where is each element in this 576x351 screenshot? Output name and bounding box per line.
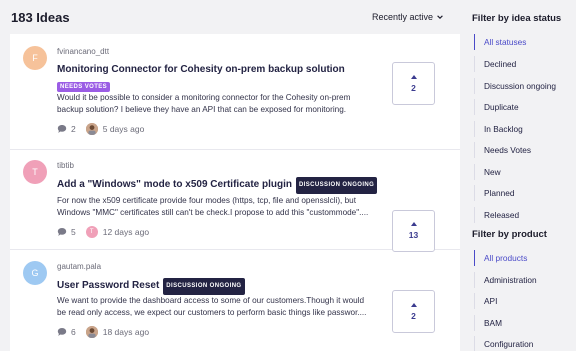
status-filter-all[interactable]: All statuses	[474, 34, 574, 50]
comment-icon	[57, 125, 67, 133]
vote-count: 2	[411, 82, 416, 93]
product-filter-configuration[interactable]: Configuration	[474, 336, 574, 351]
status-filter-heading: Filter by idea status	[472, 13, 562, 24]
idea-description: We want to provide the dashboard access …	[57, 296, 367, 317]
status-filter-in-backlog[interactable]: In Backlog	[474, 121, 574, 137]
upvote-arrow-icon	[410, 74, 417, 79]
idea-author[interactable]: fvinancano_dtt	[57, 47, 109, 56]
sort-dropdown[interactable]: Recently active	[372, 12, 444, 22]
idea-timestamp: 5 days ago	[102, 124, 145, 134]
idea-title[interactable]: Add a "Windows" mode to x509 Certificate…	[57, 179, 292, 190]
vote-button[interactable]: 2	[392, 62, 435, 105]
upvote-arrow-icon	[410, 302, 417, 307]
idea-author[interactable]: tibtib	[57, 161, 74, 170]
idea-meta: 2 5 days ago	[57, 123, 144, 135]
comment-icon	[57, 228, 67, 236]
upvote-arrow-icon	[410, 222, 417, 226]
status-filter-new[interactable]: New	[474, 164, 574, 180]
vote-button[interactable]: 2	[392, 290, 435, 333]
status-filter-duplicate[interactable]: Duplicate	[474, 99, 574, 115]
status-badge: DISCUSSION ONGOING	[295, 177, 378, 194]
idea-card[interactable]: F fvinancano_dtt Monitoring Connector fo…	[10, 34, 460, 150]
avatar: G	[23, 261, 47, 285]
idea-meta: 6 18 days ago	[57, 326, 149, 338]
product-filter-bam[interactable]: BAM	[474, 315, 574, 331]
ideas-list: F fvinancano_dtt Monitoring Connector fo…	[10, 34, 460, 351]
ideas-count-title: 183 Ideas	[11, 10, 70, 25]
product-filter-all[interactable]: All products	[474, 250, 574, 266]
idea-meta: 5 T 12 days ago	[57, 226, 149, 238]
status-badge: DISCUSSION ONGOING	[163, 278, 245, 295]
product-filter-heading: Filter by product	[472, 229, 547, 240]
avatar: T	[23, 160, 47, 184]
product-filter-api[interactable]: API	[474, 293, 574, 309]
chevron-down-icon	[437, 15, 443, 19]
idea-author[interactable]: gautam.pala	[57, 262, 101, 271]
user-photo-avatar	[85, 326, 98, 338]
product-filter-administration[interactable]: Administration	[474, 272, 574, 288]
status-filter-planned[interactable]: Planned	[474, 185, 574, 201]
sort-label: Recently active	[371, 12, 433, 22]
status-filter-needs-votes[interactable]: Needs Votes	[474, 142, 574, 158]
comment-count: 5	[71, 227, 76, 237]
status-filter-released[interactable]: Released	[474, 207, 574, 223]
idea-timestamp: 12 days ago	[102, 227, 150, 237]
idea-card[interactable]: G gautam.pala User Password Reset DISCUSS…	[10, 250, 460, 351]
idea-description: Would it be possible to consider a monit…	[57, 93, 351, 114]
idea-title[interactable]: User Password Reset	[57, 280, 159, 291]
idea-card[interactable]: T tibtib Add a "Windows" mode to x509 Ce…	[10, 150, 460, 252]
idea-title-row: Add a "Windows" mode to x509 Certificate…	[57, 177, 387, 194]
idea-timestamp: 18 days ago	[102, 327, 150, 337]
idea-title[interactable]: Monitoring Connector for Cohesity on-pre…	[57, 63, 387, 76]
comment-count: 6	[71, 327, 76, 337]
user-photo-avatar	[85, 123, 98, 135]
filter-sidebar: Filter by idea status All statuses Decli…	[466, 0, 576, 351]
status-badge: NEEDS VOTES	[57, 82, 111, 92]
ideas-header: 183 Ideas Recently active	[0, 0, 460, 34]
vote-button[interactable]: 13	[392, 210, 435, 252]
idea-title-row: User Password Reset DISCUSSION ONGOING	[57, 278, 387, 295]
status-filter-discussion-ongoing[interactable]: Discussion ongoing	[474, 78, 574, 94]
comment-count: 2	[71, 124, 76, 134]
avatar: F	[23, 46, 47, 70]
avatar: T	[85, 226, 98, 238]
vote-count: 13	[408, 230, 419, 240]
status-filter-declined[interactable]: Declined	[474, 56, 574, 72]
idea-description: For now the x509 certificate provide fou…	[57, 196, 369, 217]
vote-count: 2	[411, 310, 416, 321]
comment-icon	[57, 328, 67, 336]
